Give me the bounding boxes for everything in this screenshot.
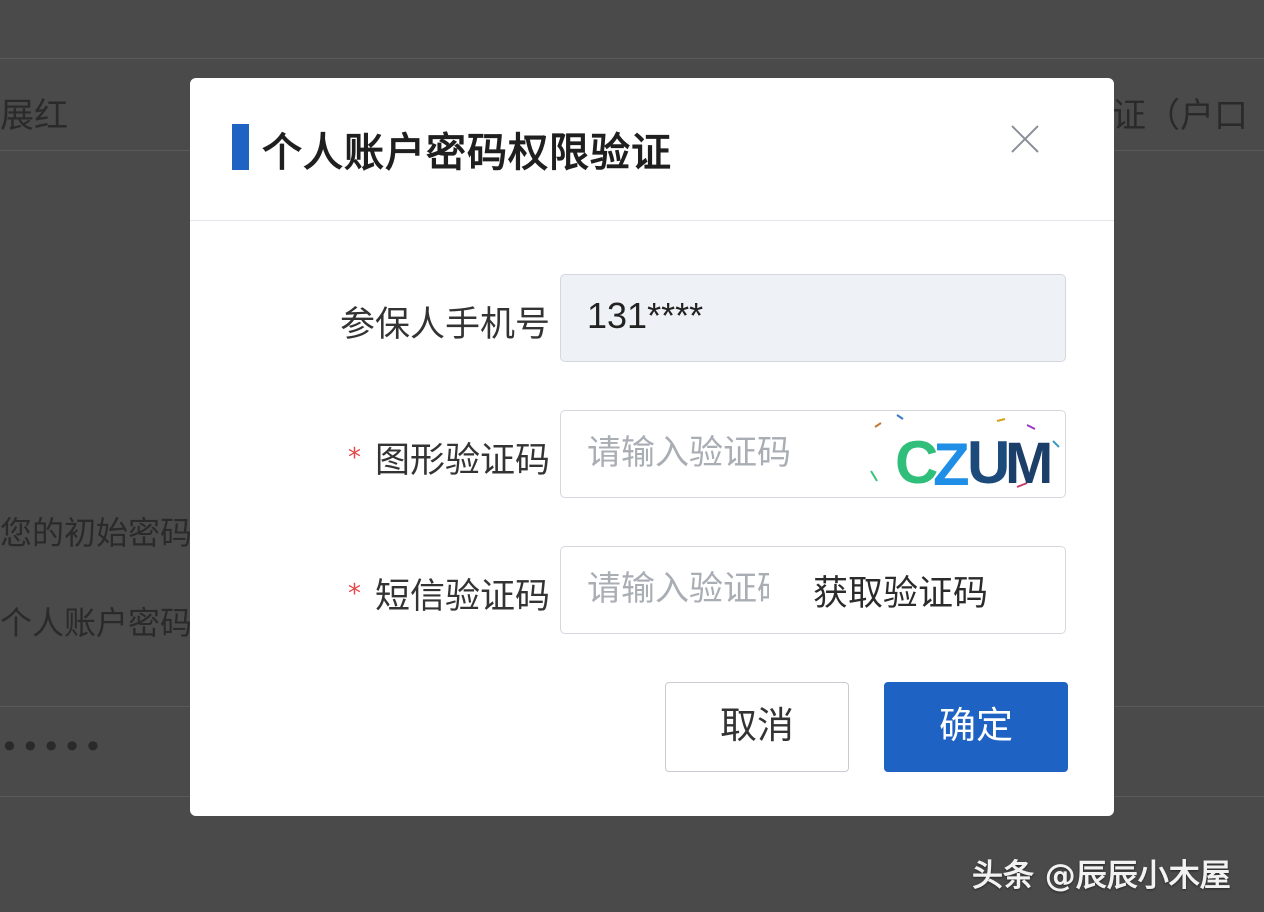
title-accent-bar [232,124,249,170]
bg-line-initial-password: 您的初始密码 [0,514,193,552]
captcha-image[interactable]: C Z U M [867,411,1065,498]
captcha-char-2: Z [933,431,970,497]
captcha-char-1: C [895,429,938,496]
watermark: 头条 @辰辰小木屋 [972,858,1231,894]
sms-label: 短信验证码 [374,577,550,617]
dialog-header: 个人账户密码权限验证 [190,78,1114,221]
captcha-graphic: C Z U M [870,414,1060,498]
captcha-label-row: * 图形验证码 [190,432,550,483]
sms-label-row: * 短信验证码 [190,568,550,619]
dialog-title: 个人账户密码权限验证 [262,130,672,176]
get-sms-code-button[interactable]: 获取验证码 [813,565,988,616]
required-mark: * [347,443,361,473]
captcha-char-3: U [967,429,1010,496]
sms-field: 获取验证码 [560,546,1066,634]
captcha-field: C Z U M [560,410,1066,498]
captcha-input[interactable] [587,429,857,477]
captcha-label: 图形验证码 [374,441,550,481]
bg-masked-value: ••••• [0,728,105,766]
phone-label: 参保人手机号 [339,305,550,345]
phone-value: 131**** [587,295,704,336]
phone-field[interactable]: 131**** [560,274,1066,362]
cancel-button[interactable]: 取消 [665,682,849,772]
captcha-char-4: M [1005,431,1053,496]
bg-divider [0,58,1264,59]
close-icon[interactable] [1008,122,1042,156]
bg-header-right: 证（户口 [1112,96,1248,136]
required-mark: * [347,579,361,609]
verification-dialog: 个人账户密码权限验证 参保人手机号 131**** * 图形验证码 C [190,78,1114,816]
confirm-button[interactable]: 确定 [884,682,1068,772]
bg-header-left: 展红 [0,96,68,136]
bg-line-account-password: 个人账户密码 [0,604,193,642]
sms-code-input[interactable] [587,565,769,613]
close-icon-glyph [1011,125,1039,153]
